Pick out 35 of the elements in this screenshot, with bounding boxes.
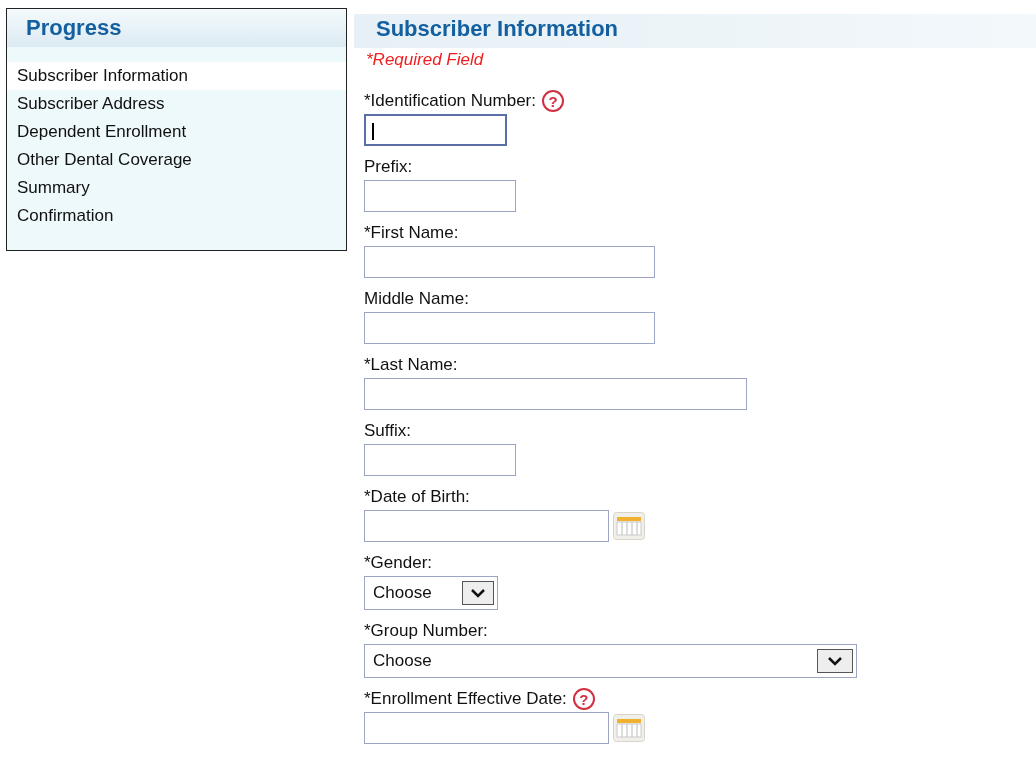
progress-step[interactable]: Dependent Enrollment bbox=[7, 118, 346, 146]
help-icon[interactable]: ? bbox=[572, 688, 595, 710]
select-field[interactable]: Choose bbox=[364, 576, 498, 610]
field-label: *Group Number: bbox=[364, 621, 488, 641]
input-field[interactable] bbox=[364, 444, 516, 476]
field-label: *Enrollment Effective Date: bbox=[364, 689, 567, 709]
field-label: *Date of Birth: bbox=[364, 487, 470, 507]
field-label: Prefix: bbox=[364, 157, 413, 177]
progress-step[interactable]: Confirmation bbox=[7, 202, 346, 230]
input-field[interactable] bbox=[364, 114, 507, 146]
progress-step[interactable]: Subscriber Information bbox=[7, 62, 346, 90]
field-label: *First Name: bbox=[364, 223, 459, 243]
progress-step[interactable]: Other Dental Coverage bbox=[7, 146, 346, 174]
panel-title: Progress bbox=[7, 9, 346, 47]
calendar-icon[interactable] bbox=[613, 512, 645, 540]
field-label: Suffix: bbox=[364, 421, 411, 441]
progress-step[interactable]: Summary bbox=[7, 174, 346, 202]
field-label: Middle Name: bbox=[364, 289, 469, 309]
input-field[interactable] bbox=[364, 312, 655, 344]
required-note: *Required Field bbox=[365, 49, 485, 71]
field-label: *Identification Number: bbox=[364, 91, 536, 111]
dropdown-icon[interactable] bbox=[817, 649, 853, 673]
progress-step[interactable]: Subscriber Address bbox=[7, 90, 346, 118]
help-icon[interactable]: ? bbox=[542, 90, 564, 112]
input-field[interactable] bbox=[364, 180, 516, 212]
input-field[interactable] bbox=[364, 378, 747, 410]
calendar-icon[interactable] bbox=[613, 714, 645, 742]
field-label: *Last Name: bbox=[364, 355, 458, 375]
input-field[interactable] bbox=[364, 246, 655, 278]
section-title: Subscriber Information bbox=[354, 14, 1036, 48]
date-field[interactable] bbox=[364, 712, 609, 744]
field-label: *Gender: bbox=[364, 553, 433, 573]
date-field[interactable] bbox=[364, 510, 609, 542]
dropdown-icon[interactable] bbox=[462, 581, 494, 605]
select-field[interactable]: Choose bbox=[364, 644, 857, 678]
